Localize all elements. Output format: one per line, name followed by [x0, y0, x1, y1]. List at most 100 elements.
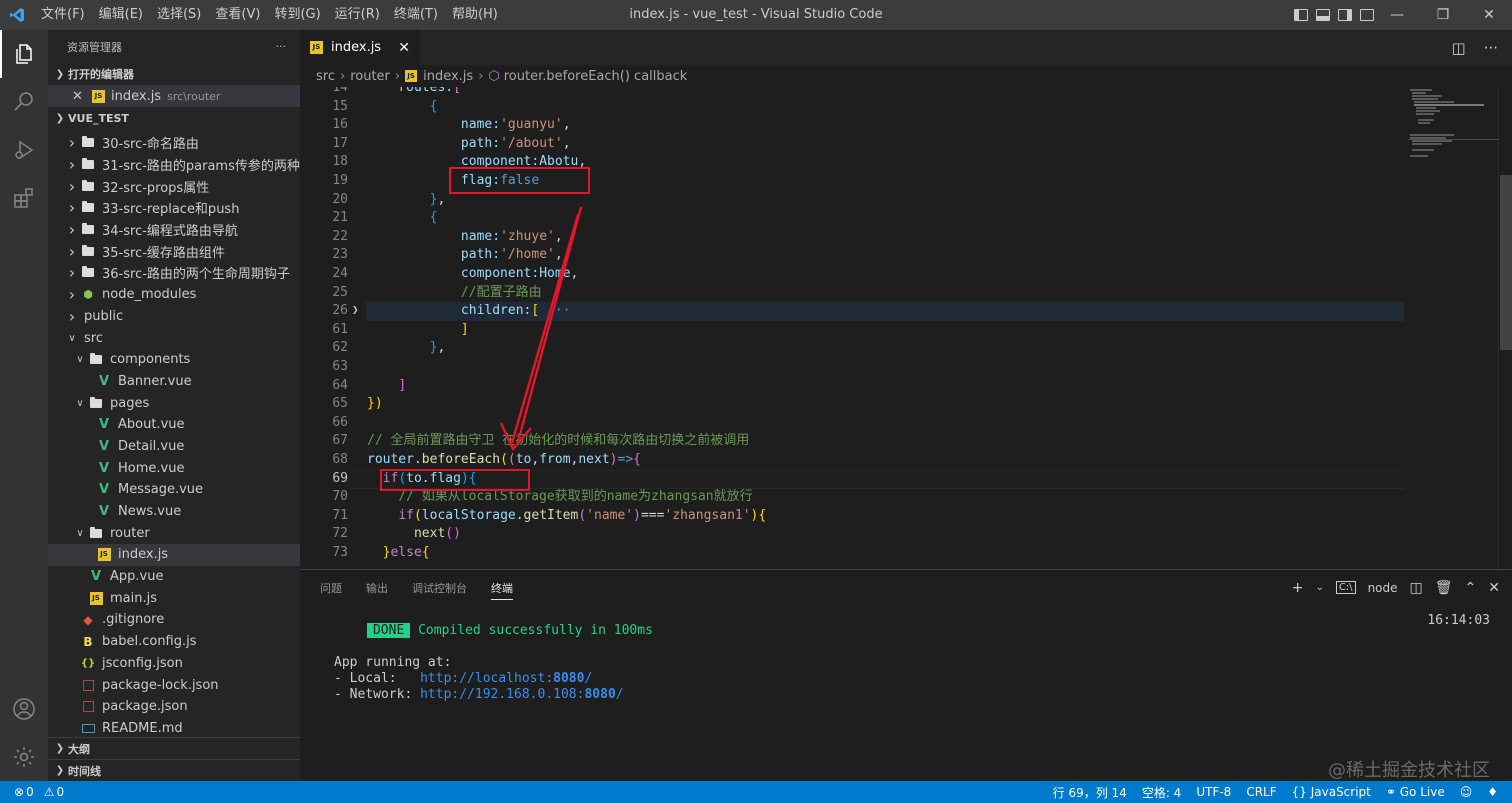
tree-item[interactable]: V App.vue — [48, 566, 300, 588]
more-actions-icon[interactable]: ··· — [1484, 39, 1498, 57]
end-of-line[interactable]: CRLF — [1246, 785, 1276, 799]
tree-item[interactable]: ∨ pages — [48, 392, 300, 414]
menu-item[interactable]: 运行(R) — [328, 0, 387, 30]
breadcrumb-src[interactable]: src — [316, 69, 335, 84]
compile-status-line: DONE Compiled successfully in 100ms — [320, 607, 653, 655]
account-icon[interactable] — [0, 685, 48, 733]
customize-layout-icon[interactable] — [1360, 9, 1374, 21]
tree-item[interactable]: › 36-src-路由的两个生命周期钩子 — [48, 262, 300, 284]
tree-item-label: src — [84, 330, 103, 346]
go-live-button[interactable]: ⚭ Go Live — [1386, 785, 1445, 799]
tree-item[interactable]: › 30-src-命名路由 — [48, 132, 300, 154]
network-url[interactable]: http://192.168.0.108:8080/ — [420, 687, 624, 702]
tree-item[interactable]: README.md — [48, 718, 300, 740]
tree-item[interactable]: › ⬢ node_modules — [48, 284, 300, 306]
tree-item[interactable]: › 33-src-replace和push — [48, 197, 300, 219]
new-terminal-icon[interactable]: + — [1292, 580, 1304, 596]
tree-item[interactable]: V Banner.vue — [48, 371, 300, 393]
menu-item[interactable]: 查看(V) — [208, 0, 267, 30]
tree-item[interactable]: JS main.js — [48, 587, 300, 609]
menu-bar: 文件(F) 编辑(E) 选择(S) 查看(V) 转到(G) 运行(R) 终端(T) 帮助(H) — [34, 0, 505, 30]
tab-index-js[interactable]: JS index.js ✕ — [300, 30, 420, 65]
tree-item[interactable]: V Detail.vue — [48, 436, 300, 458]
problems-indicator[interactable]: ⊗ 0 ⚠ 0 — [0, 785, 64, 799]
panel-tab[interactable]: 输出 — [366, 580, 388, 596]
more-actions-icon[interactable]: ··· — [276, 40, 287, 53]
panel-tab[interactable]: 调试控制台 — [412, 580, 467, 596]
minimap[interactable] — [1408, 87, 1498, 167]
menu-item[interactable]: 终端(T) — [387, 0, 445, 30]
close-tab-icon[interactable]: ✕ — [398, 40, 410, 56]
folder-icon — [80, 135, 96, 151]
explorer-icon[interactable] — [0, 30, 48, 78]
editor-scrollbar[interactable] — [1498, 87, 1512, 569]
toggle-sidebar-icon[interactable] — [1294, 9, 1308, 21]
encoding[interactable]: UTF-8 — [1196, 785, 1231, 799]
breadcrumb-symbol[interactable]: router.beforeEach() callback — [504, 69, 688, 84]
explorer-sidebar: 资源管理器 ··· ❯ 打开的编辑器 ✕ JS index.js src\rou… — [48, 30, 300, 781]
open-editors-section[interactable]: ❯ 打开的编辑器 — [48, 63, 300, 85]
notifications-bell-icon[interactable]: ♦ — [1487, 785, 1498, 799]
code-editor[interactable]: ❯ 14 15 16 17 18 19 20 21 22 23 24 25 26 61 62 63 64 65 66… — [300, 87, 1512, 569]
close-window-icon[interactable]: ✕ — [1466, 0, 1512, 30]
breadcrumb-router[interactable]: router — [350, 69, 390, 84]
vue-file-icon: V — [98, 504, 110, 520]
close-panel-icon[interactable]: ✕ — [1488, 580, 1500, 596]
scrollbar-thumb[interactable] — [1500, 175, 1512, 350]
chevron-down-icon[interactable]: ⌄ — [1315, 582, 1323, 593]
split-terminal-icon[interactable]: ◫ — [1410, 580, 1423, 596]
panel-tab[interactable]: 问题 — [320, 580, 342, 596]
tree-item[interactable]: ∨ src — [48, 327, 300, 349]
tree-item[interactable]: ◆ .gitignore — [48, 609, 300, 631]
menu-item[interactable]: 帮助(H) — [445, 0, 505, 30]
tree-item[interactable]: package.json — [48, 696, 300, 718]
project-section[interactable]: ❯ VUE_TEST — [48, 107, 300, 129]
timeline-section[interactable]: ❯ 时间线 — [48, 759, 300, 781]
toggle-panel-icon[interactable] — [1316, 9, 1330, 21]
tree-item[interactable]: › 35-src-缓存路由组件 — [48, 240, 300, 262]
split-editor-icon[interactable]: ◫ — [1452, 39, 1466, 57]
tree-item[interactable]: V Message.vue — [48, 479, 300, 501]
tree-item[interactable]: package-lock.json — [48, 674, 300, 696]
tree-item[interactable]: {} jsconfig.json — [48, 653, 300, 675]
panel-tab[interactable]: 终端 — [491, 580, 513, 600]
outline-section[interactable]: ❯ 大纲 — [48, 737, 300, 759]
close-editor-icon[interactable]: ✕ — [72, 89, 88, 104]
tree-item[interactable]: V Home.vue — [48, 457, 300, 479]
restore-icon[interactable]: ❐ — [1420, 0, 1466, 30]
tree-item[interactable]: ∨ router — [48, 522, 300, 544]
tree-item[interactable]: V About.vue — [48, 414, 300, 436]
search-icon[interactable] — [0, 78, 48, 126]
breadcrumb-file[interactable]: index.js — [423, 69, 473, 84]
tree-item[interactable]: Bbabel.config.js — [48, 631, 300, 653]
minimize-icon[interactable]: — — [1374, 0, 1420, 30]
tree-item[interactable]: › 31-src-路由的params传参的两种... — [48, 154, 300, 176]
tree-item[interactable]: › 34-src-编程式路由导航 — [48, 219, 300, 241]
menu-item[interactable]: 转到(G) — [267, 0, 327, 30]
menu-item[interactable]: 编辑(E) — [92, 0, 150, 30]
menu-item[interactable]: 选择(S) — [150, 0, 208, 30]
menu-item[interactable]: 文件(F) — [34, 0, 92, 30]
warning-icon: ⚠ — [43, 785, 55, 799]
terminal-name[interactable]: node — [1368, 581, 1398, 595]
extensions-icon[interactable] — [0, 174, 48, 222]
feedback-icon[interactable]: ☺ — [1460, 785, 1473, 799]
tree-item[interactable]: JS index.js — [48, 544, 300, 566]
run-debug-icon[interactable] — [0, 126, 48, 174]
local-url[interactable]: http://localhost:8080/ — [420, 671, 592, 686]
tree-item-label: jsconfig.json — [102, 655, 183, 671]
toggle-secondary-sidebar-icon[interactable] — [1338, 9, 1352, 21]
language-mode[interactable]: {} JavaScript — [1292, 785, 1371, 799]
settings-gear-icon[interactable] — [0, 733, 48, 781]
indentation[interactable]: 空格: 4 — [1142, 784, 1182, 801]
cursor-position[interactable]: 行 69，列 14 — [1053, 784, 1127, 801]
tree-item[interactable]: › public — [48, 306, 300, 328]
code-token: ( — [413, 507, 422, 523]
trash-icon[interactable]: 🗑 — [1435, 580, 1453, 596]
tree-item[interactable]: › 32-src-props属性 — [48, 175, 300, 197]
maximize-panel-icon[interactable]: ⌃ — [1465, 580, 1477, 596]
open-editor-item[interactable]: ✕ JS index.js src\router — [48, 85, 300, 107]
terminal-icon: C:\ — [1335, 581, 1356, 594]
tree-item[interactable]: ∨ components — [48, 349, 300, 371]
tree-item[interactable]: V News.vue — [48, 501, 300, 523]
